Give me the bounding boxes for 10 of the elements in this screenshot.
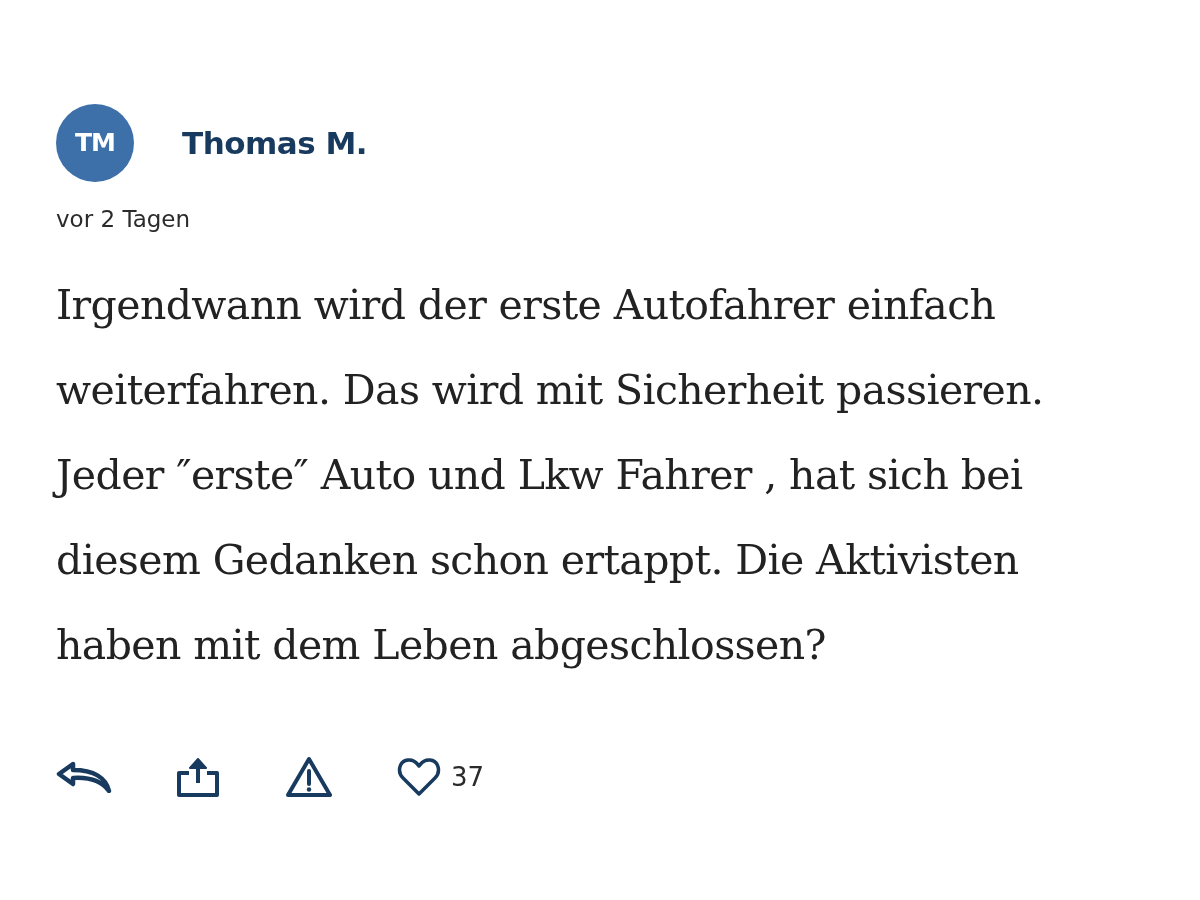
share-icon: [176, 756, 220, 798]
avatar-initials: TM: [56, 104, 134, 182]
reply-button[interactable]: [56, 761, 112, 793]
reply-arrow-icon: [56, 761, 112, 793]
like-button[interactable]: 37: [397, 757, 485, 797]
report-button[interactable]: [285, 756, 333, 798]
warning-icon: [285, 756, 333, 798]
timestamp: vor 2 Tagen: [56, 208, 191, 231]
share-button[interactable]: [176, 756, 220, 798]
author-name: Thomas M.: [182, 123, 368, 163]
